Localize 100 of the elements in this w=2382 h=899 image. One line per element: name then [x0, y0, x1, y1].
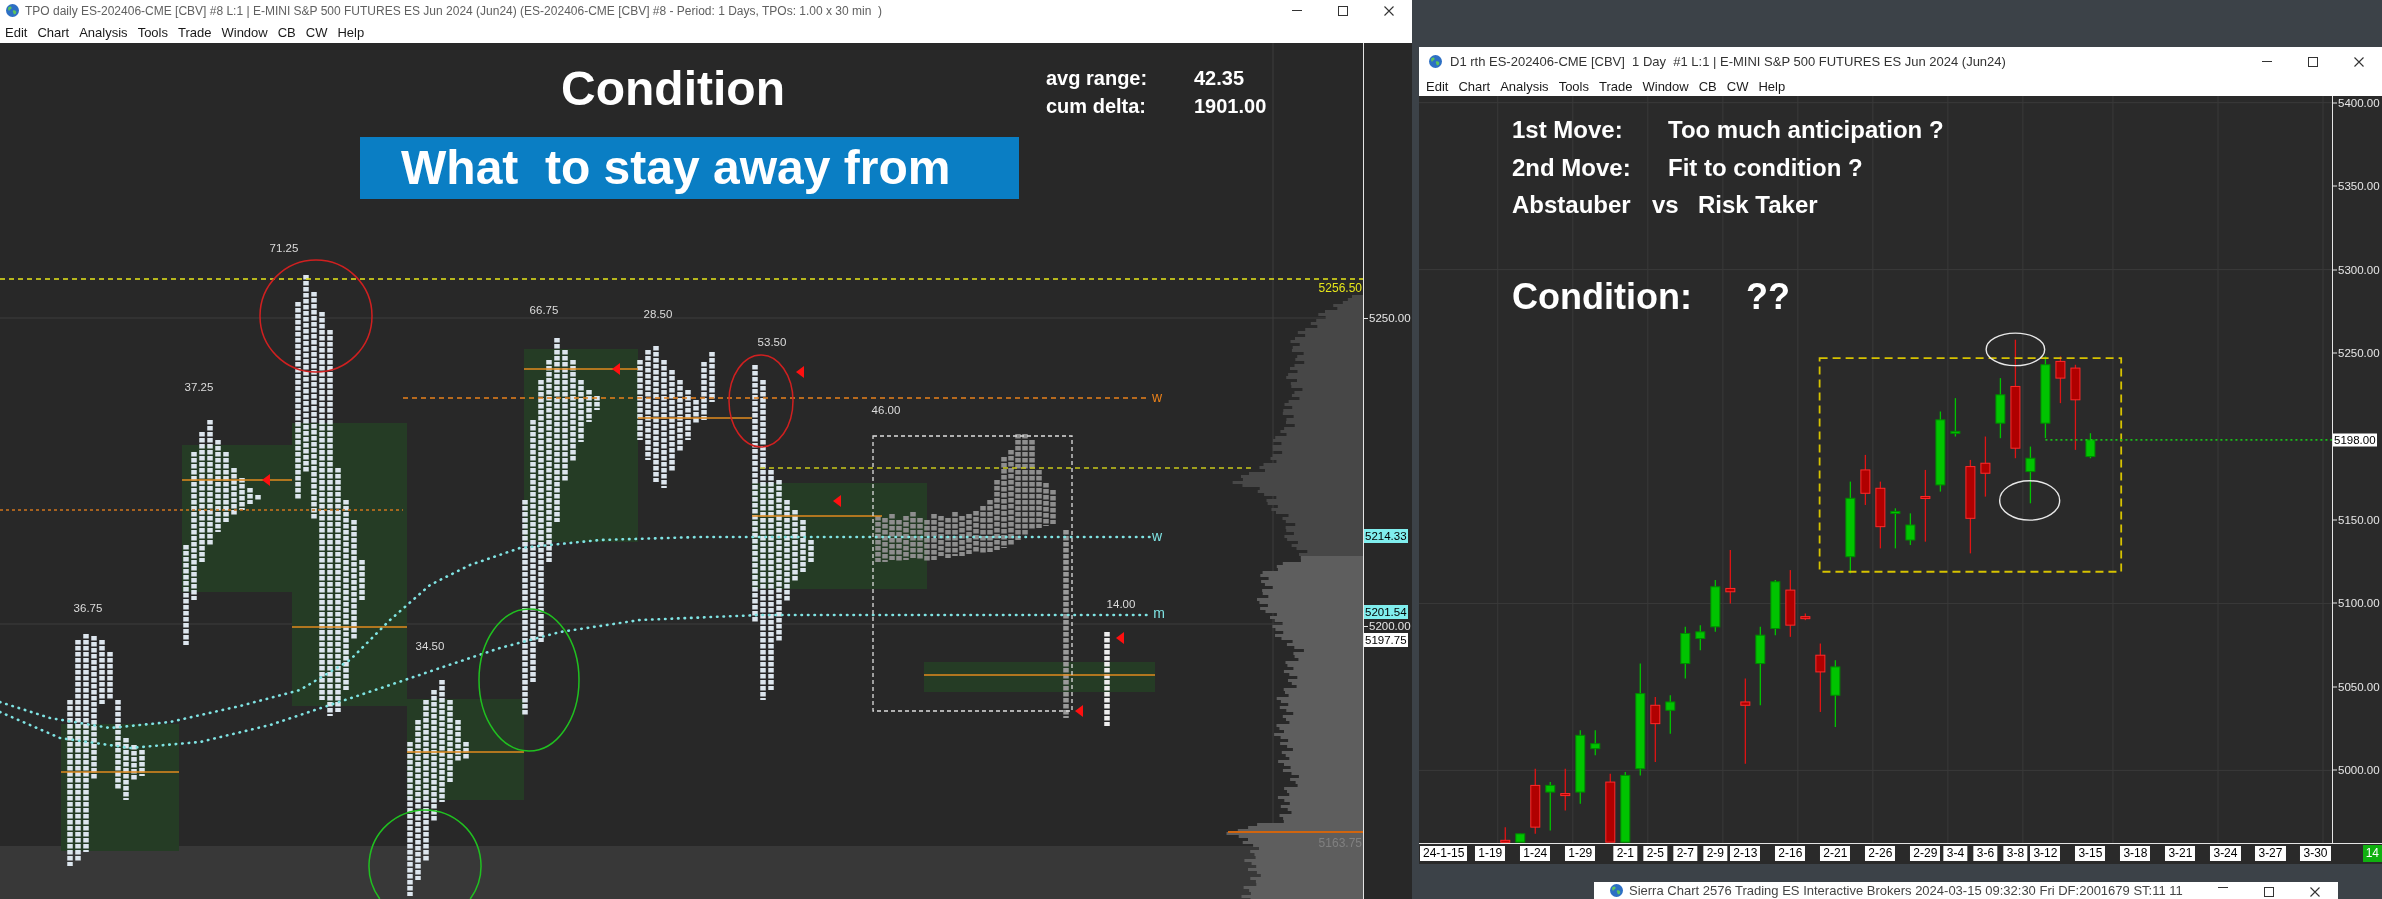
menu-item[interactable]: Edit [1421, 76, 1454, 96]
date-tick-label: 2-9 [1703, 846, 1727, 861]
menu-item[interactable]: Help [1753, 76, 1791, 96]
counter-badge: 14 [2362, 845, 2382, 862]
menu-item[interactable]: Edit [0, 21, 33, 43]
note-text: 2nd Move: [1512, 152, 1631, 183]
condition-text: ?? [1746, 275, 1790, 318]
candle [1905, 512, 1916, 546]
menu-item[interactable]: Chart [1453, 76, 1496, 96]
menu-item[interactable]: Analysis [1495, 76, 1554, 96]
candle [1710, 579, 1721, 633]
menu-item[interactable]: Chart [32, 21, 75, 43]
candle [1890, 507, 1901, 549]
menu-item[interactable]: Trade [1594, 76, 1638, 96]
price-tick-label: 5150.00 [2333, 513, 2380, 527]
range-label: 71.25 [269, 242, 299, 254]
candle [1815, 642, 1826, 713]
candle [1800, 612, 1811, 621]
date-tick-label: 2-16 [1775, 846, 1806, 861]
study-price-tag: 5201.54 [1364, 605, 1408, 619]
date-tick-label: 2-21 [1820, 846, 1851, 861]
price-tick-label: 5200.00 [1364, 619, 1411, 633]
menu-item[interactable]: Window [216, 21, 273, 43]
window-title: TPO daily ES-202406-CME [CBV] #8 L:1 | E-MINI S&P 500 FUTURES ES Jun 2024 (Jun24) (ES-202406-CME [CBV] #8 - Period: 1 Days, TPOs: 1.00 x 30 min ) [25, 3, 883, 18]
triangle-marker-icon [796, 366, 804, 378]
triangle-marker-icon [612, 363, 620, 375]
line-label: m [1153, 605, 1165, 621]
triangle-marker-icon [833, 495, 841, 507]
chart-heading: Condition [561, 65, 785, 113]
line-label: w [1151, 389, 1163, 405]
range-label: 34.50 [415, 640, 445, 652]
note-text: 1st Move: [1512, 115, 1623, 145]
candle [2085, 432, 2096, 459]
candle [2055, 355, 2066, 404]
close-icon [1384, 5, 1394, 16]
globe-icon [1610, 884, 1623, 897]
menu-item[interactable]: Tools [1553, 76, 1594, 96]
date-tick-label: 3-30 [2300, 846, 2331, 861]
candle [2025, 445, 2036, 504]
stat-label: cum delta: [1046, 94, 1147, 119]
date-tick-label: 2-13 [1730, 846, 1761, 861]
date-tick-label: 1-29 [1565, 846, 1596, 861]
triangle-marker-icon [262, 474, 270, 486]
note-text: Fit to condition ? [1668, 152, 1863, 183]
line-label: w [1151, 528, 1163, 544]
candle [1995, 377, 2006, 439]
stat-label: avg range: [1046, 66, 1148, 91]
candle [1980, 435, 1991, 498]
study-price-tag: 5214.33 [1364, 529, 1408, 543]
date-tick-label: 2-29 [1910, 846, 1941, 861]
stat-value: 42.35 [1194, 66, 1245, 91]
condition-text: Condition: [1512, 275, 1692, 318]
close-icon [2354, 56, 2364, 67]
range-label: 14.00 [1106, 598, 1136, 610]
menu-item[interactable]: Tools [132, 21, 173, 43]
date-tick-label: 24-1-15 [1420, 846, 1468, 861]
price-tick-label: 5000.00 [2333, 763, 2380, 777]
date-tick-label: 2-5 [1643, 846, 1667, 861]
note-text: Risk Taker [1698, 190, 1818, 220]
menu-item[interactable]: CB [1693, 76, 1722, 96]
price-tick-label: 5350.00 [2333, 179, 2380, 193]
candle [1785, 569, 1796, 638]
range-label: 36.75 [73, 602, 103, 614]
candle [1620, 771, 1631, 843]
candle [1545, 781, 1556, 832]
range-label: 53.50 [757, 336, 787, 348]
menu-item[interactable]: CW [300, 21, 333, 43]
price-tick-label: 5250.00 [2333, 346, 2380, 360]
date-tick-label: 1-19 [1475, 846, 1506, 861]
minimize-icon [2262, 61, 2272, 62]
window-title: Sierra Chart 2576 Trading ES Interactive Brokers 2024-03-15 09:32:30 Fri DF:2001679 ST:11 11 [1629, 884, 2183, 898]
candle [1950, 397, 1961, 438]
menu-item[interactable]: CW [1721, 76, 1754, 96]
highlight-banner: What to stay away from [360, 137, 1019, 199]
candle [1650, 696, 1661, 763]
triangle-marker-icon [1075, 705, 1083, 717]
date-tick-label: 3-12 [2030, 846, 2061, 861]
menu-item[interactable]: Window [1637, 76, 1694, 96]
price-tick-label: 5050.00 [2333, 680, 2380, 694]
candle [1500, 826, 1511, 843]
menu-item[interactable]: Trade [173, 21, 217, 43]
menu-item[interactable]: Analysis [74, 21, 133, 43]
menu-item[interactable]: CB [272, 21, 301, 43]
globe-icon [1429, 55, 1442, 68]
candle [1875, 480, 1886, 549]
ellipse-annotation [1985, 332, 2046, 367]
date-tick-label: 3-4 [1943, 846, 1968, 861]
menu-item[interactable]: Help [332, 21, 370, 43]
range-label: 46.00 [871, 404, 901, 416]
ellipse-annotation [1998, 480, 2061, 521]
candle [1725, 549, 1736, 605]
candle [1695, 624, 1706, 651]
candle [1530, 768, 1541, 835]
globe-icon [6, 4, 19, 17]
last-price-tag: 5197.75 [1364, 633, 1408, 647]
date-tick-label: 3-21 [2165, 846, 2196, 861]
date-tick-label: 2-1 [1613, 846, 1637, 861]
candle [1560, 768, 1571, 812]
date-tick-label: 1-24 [1520, 846, 1551, 861]
note-text: Abstauber [1512, 190, 1631, 220]
